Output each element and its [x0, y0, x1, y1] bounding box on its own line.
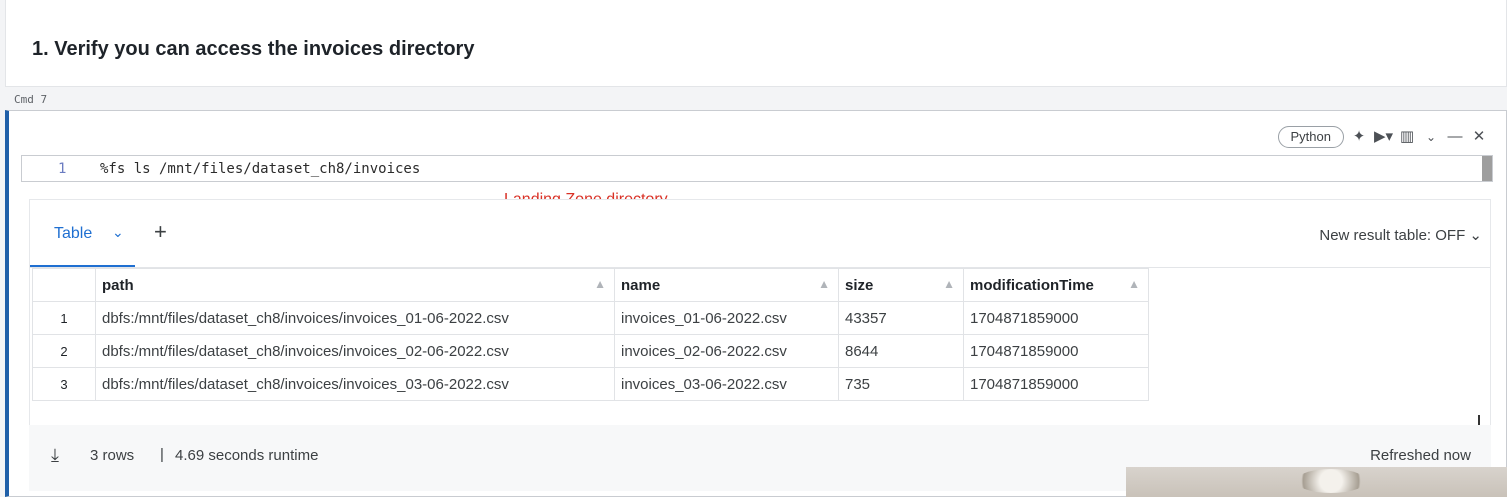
- refreshed-status: Refreshed now: [1370, 447, 1471, 464]
- language-selector[interactable]: Python: [1277, 126, 1344, 148]
- download-icon[interactable]: ⤓: [51, 445, 59, 466]
- cmd-label: Cmd 7: [14, 93, 48, 106]
- lamp-image: [1296, 469, 1366, 493]
- markdown-cell[interactable]: 1. Verify you can access the invoices di…: [5, 0, 1507, 87]
- webcam-overlay: [1126, 467, 1507, 497]
- row-index: 3: [32, 367, 96, 401]
- sort-icon[interactable]: ▲: [1128, 277, 1140, 291]
- chevron-down-icon[interactable]: ⌄: [1422, 125, 1440, 149]
- column-header[interactable]: name ▲: [614, 268, 839, 302]
- sparkle-icon[interactable]: ✦: [1350, 125, 1368, 149]
- column-header-label: size: [845, 276, 874, 294]
- column-header[interactable]: modificationTime ▲: [963, 268, 1149, 302]
- column-header[interactable]: size ▲: [838, 268, 964, 302]
- row-count: 3 rows: [90, 447, 135, 464]
- sort-icon[interactable]: ▲: [594, 277, 606, 291]
- cell-toolbar: Python ✦ ▶▾ ▥ ⌄ — ✕: [1277, 125, 1488, 149]
- cell-name[interactable]: invoices_02-06-2022.csv: [614, 334, 839, 368]
- table-row[interactable]: 1 dbfs:/mnt/files/dataset_ch8/invoices/i…: [32, 301, 1149, 335]
- cell-path[interactable]: dbfs:/mnt/files/dataset_ch8/invoices/inv…: [95, 301, 615, 335]
- column-header-label: path: [102, 276, 134, 294]
- tab-table[interactable]: Table: [54, 225, 92, 243]
- cell-path[interactable]: dbfs:/mnt/files/dataset_ch8/invoices/inv…: [95, 367, 615, 401]
- run-icon[interactable]: ▶▾: [1374, 125, 1393, 149]
- markdown-title: 1. Verify you can access the invoices di…: [32, 38, 475, 60]
- cell-modification-time[interactable]: 1704871859000: [963, 301, 1149, 335]
- editor-scrollbar[interactable]: [1482, 156, 1492, 181]
- close-icon[interactable]: ✕: [1470, 125, 1488, 149]
- chart-icon[interactable]: ▥: [1398, 125, 1416, 149]
- cell-size[interactable]: 43357: [838, 301, 964, 335]
- line-number: 1: [58, 161, 67, 177]
- footer-separator: |: [160, 446, 164, 463]
- table-row[interactable]: 2 dbfs:/mnt/files/dataset_ch8/invoices/i…: [32, 334, 1149, 368]
- code-line[interactable]: %fs ls /mnt/files/dataset_ch8/invoices: [100, 161, 420, 177]
- cell-path[interactable]: dbfs:/mnt/files/dataset_ch8/invoices/inv…: [95, 334, 615, 368]
- cell-modification-time[interactable]: 1704871859000: [963, 367, 1149, 401]
- column-header[interactable]: path ▲: [95, 268, 615, 302]
- cell-name[interactable]: invoices_01-06-2022.csv: [614, 301, 839, 335]
- new-result-table-toggle[interactable]: New result table: OFF ⌄: [1319, 226, 1482, 244]
- runtime: 4.69 seconds runtime: [175, 447, 319, 464]
- table-row[interactable]: 3 dbfs:/mnt/files/dataset_ch8/invoices/i…: [32, 367, 1149, 401]
- new-result-table-label: New result table: OFF: [1319, 227, 1466, 244]
- row-index: 2: [32, 334, 96, 368]
- row-index: 1: [32, 301, 96, 335]
- column-header-label: modificationTime: [970, 276, 1094, 294]
- cell-modification-time[interactable]: 1704871859000: [963, 334, 1149, 368]
- cell-size[interactable]: 735: [838, 367, 964, 401]
- minimize-icon[interactable]: —: [1446, 125, 1464, 149]
- code-cell[interactable]: Python ✦ ▶▾ ▥ ⌄ — ✕ 1 %fs ls /mnt/files/…: [5, 110, 1507, 497]
- column-header-label: name: [621, 276, 661, 294]
- cell-name[interactable]: invoices_03-06-2022.csv: [614, 367, 839, 401]
- code-editor[interactable]: 1 %fs ls /mnt/files/dataset_ch8/invoices: [21, 155, 1493, 182]
- index-header: [32, 268, 96, 302]
- sort-icon[interactable]: ▲: [818, 277, 830, 291]
- add-visualization-icon[interactable]: +: [154, 219, 167, 245]
- cell-size[interactable]: 8644: [838, 334, 964, 368]
- sort-icon[interactable]: ▲: [943, 277, 955, 291]
- tab-chevron-down-icon[interactable]: ⌄: [112, 224, 124, 241]
- results-table: path ▲ name ▲ size ▲ modificationTime ▲ 1 db…: [32, 268, 1149, 401]
